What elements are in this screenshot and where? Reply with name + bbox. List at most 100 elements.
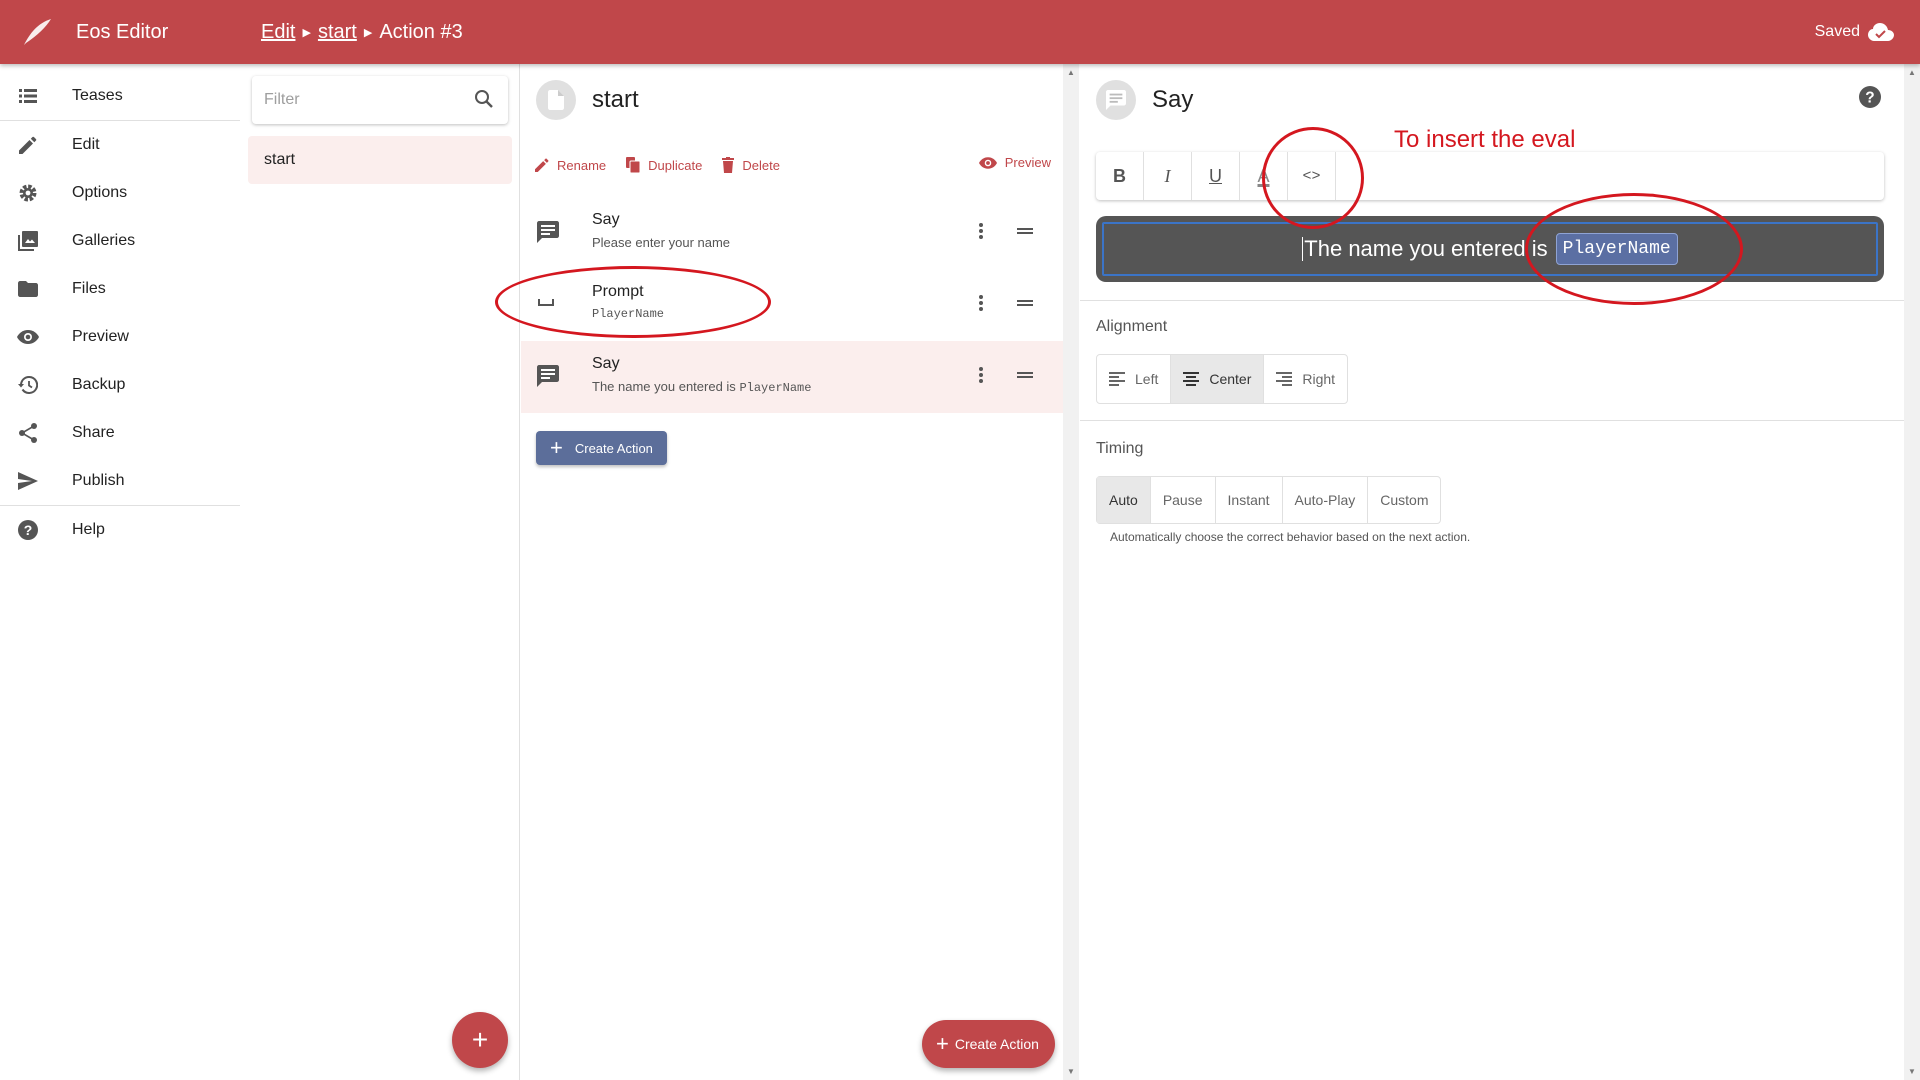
nav-item-help[interactable]: ? Help xyxy=(0,506,240,554)
breadcrumb-edit[interactable]: Edit xyxy=(261,21,295,44)
nav-label: Share xyxy=(72,424,115,441)
nav-label: Galleries xyxy=(72,232,136,249)
nav-label: Publish xyxy=(72,472,125,489)
filter-input[interactable] xyxy=(264,91,454,109)
nav-label: Help xyxy=(72,521,105,538)
timing-hint: Automatically choose the correct behavio… xyxy=(1110,530,1471,544)
rename-button[interactable]: Rename xyxy=(535,158,606,173)
action-subtitle: PlayerName xyxy=(592,307,665,321)
save-status: Saved xyxy=(1815,0,1894,64)
say-text-editor[interactable]: The name you entered is PlayerName xyxy=(1096,216,1884,282)
say-text: The name you entered is xyxy=(1304,236,1548,261)
file-icon xyxy=(548,90,564,110)
timing-group: Auto Pause Instant Auto-Play Custom xyxy=(1096,476,1442,524)
create-action-fab[interactable]: + Create Action xyxy=(922,1020,1055,1068)
timing-auto-button[interactable]: Auto xyxy=(1097,477,1151,523)
action-subtitle-text: The name you entered is xyxy=(592,379,736,394)
save-status-label: Saved xyxy=(1814,23,1860,40)
eval-chip[interactable]: PlayerName xyxy=(1555,233,1678,265)
drag-handle-icon[interactable] xyxy=(1013,363,1037,387)
timing-custom-button[interactable]: Custom xyxy=(1368,477,1440,523)
more-vert-icon[interactable] xyxy=(969,291,993,315)
share-icon xyxy=(16,421,40,445)
underline-button[interactable]: U xyxy=(1192,152,1240,200)
svg-text:?: ? xyxy=(24,522,33,538)
scroll-down-icon[interactable]: ▼ xyxy=(1908,1067,1916,1076)
more-vert-icon[interactable] xyxy=(969,219,993,243)
send-icon xyxy=(16,469,40,493)
copy-icon xyxy=(626,157,641,173)
editor-header: Say xyxy=(1096,80,1193,120)
rename-label: Rename xyxy=(557,157,607,173)
help-icon: ? xyxy=(16,518,40,542)
action-row-3[interactable]: Say The name you entered is PlayerName xyxy=(521,341,1063,413)
drag-handle-icon[interactable] xyxy=(1013,219,1037,243)
timing-instant-button[interactable]: Instant xyxy=(1216,477,1283,523)
nav-item-share[interactable]: Share xyxy=(0,409,240,457)
prompt-input-icon xyxy=(538,299,554,306)
page-header: start xyxy=(536,80,639,120)
page-avatar xyxy=(536,80,576,120)
feather-logo-icon xyxy=(24,19,51,45)
nav-label: Edit xyxy=(72,136,100,153)
say-text-content[interactable]: The name you entered is PlayerName xyxy=(1102,222,1878,276)
help-icon[interactable]: ? xyxy=(1859,86,1881,108)
pencil-icon xyxy=(16,133,40,157)
folder-icon xyxy=(16,277,40,301)
align-center-button[interactable]: Center xyxy=(1171,355,1265,403)
timing-pause-button[interactable]: Pause xyxy=(1151,477,1216,523)
delete-label: Delete xyxy=(742,157,780,173)
svg-text:?: ? xyxy=(1865,90,1874,107)
chevron-right-icon: ▶ xyxy=(363,26,373,39)
action-title: Prompt xyxy=(592,283,644,300)
duplicate-button[interactable]: Duplicate xyxy=(626,157,702,173)
search-icon[interactable] xyxy=(474,89,494,109)
nav-item-backup[interactable]: Backup xyxy=(0,361,240,409)
action-list-scrollbar[interactable]: ▲ ▼ xyxy=(1063,64,1079,1080)
nav-item-teases[interactable]: Teases xyxy=(0,72,240,120)
filter-field[interactable] xyxy=(252,76,508,124)
action-row-2[interactable]: Prompt PlayerName xyxy=(521,269,1063,341)
annotation-label: To insert the eval xyxy=(1394,126,1576,153)
message-icon xyxy=(537,365,559,387)
align-right-button[interactable]: Right xyxy=(1264,355,1347,403)
page-list-panel: start xyxy=(240,64,520,1080)
editor-title: Say xyxy=(1152,86,1194,113)
divider xyxy=(1080,300,1904,301)
action-row-1[interactable]: Say Please enter your name xyxy=(521,197,1063,269)
create-action-button[interactable]: + Create Action xyxy=(536,431,667,465)
drag-handle-icon[interactable] xyxy=(1013,291,1037,315)
eye-icon xyxy=(16,325,40,349)
italic-button[interactable]: I xyxy=(1144,152,1192,200)
cloud-done-icon xyxy=(1868,23,1894,41)
align-right-label: Right xyxy=(1302,371,1336,387)
delete-button[interactable]: Delete xyxy=(722,157,780,173)
nav-item-edit[interactable]: Edit xyxy=(0,121,240,169)
insert-eval-button[interactable]: <> xyxy=(1288,152,1336,200)
action-subtitle: The name you entered is PlayerName xyxy=(592,379,811,395)
page-title: start xyxy=(592,86,639,113)
breadcrumb-page[interactable]: start xyxy=(318,21,357,44)
nav-item-publish[interactable]: Publish xyxy=(0,457,240,505)
nav-label: Files xyxy=(72,280,106,297)
add-page-button[interactable]: + xyxy=(452,1012,508,1068)
action-editor-panel: Say ? B I U A <> The name you entered is… xyxy=(1080,64,1904,1080)
scroll-up-icon[interactable]: ▲ xyxy=(1908,68,1916,77)
timing-autoplay-button[interactable]: Auto-Play xyxy=(1283,477,1369,523)
nav-item-options[interactable]: Options xyxy=(0,169,240,217)
nav-item-files[interactable]: Files xyxy=(0,265,240,313)
text-caret xyxy=(1302,237,1304,261)
more-vert-icon[interactable] xyxy=(969,363,993,387)
duplicate-label: Duplicate xyxy=(648,157,703,173)
nav-item-galleries[interactable]: Galleries xyxy=(0,217,240,265)
align-left-button[interactable]: Left xyxy=(1097,355,1172,403)
scroll-up-icon[interactable]: ▲ xyxy=(1067,68,1075,77)
trash-icon xyxy=(722,157,735,173)
page-item-start[interactable]: start xyxy=(248,136,512,184)
bold-button[interactable]: B xyxy=(1096,152,1144,200)
editor-scrollbar[interactable]: ▲ ▼ xyxy=(1904,64,1920,1080)
text-color-button[interactable]: A xyxy=(1240,152,1288,200)
preview-button[interactable]: Preview xyxy=(978,155,1051,170)
scroll-down-icon[interactable]: ▼ xyxy=(1067,1067,1075,1076)
nav-item-preview[interactable]: Preview xyxy=(0,313,240,361)
